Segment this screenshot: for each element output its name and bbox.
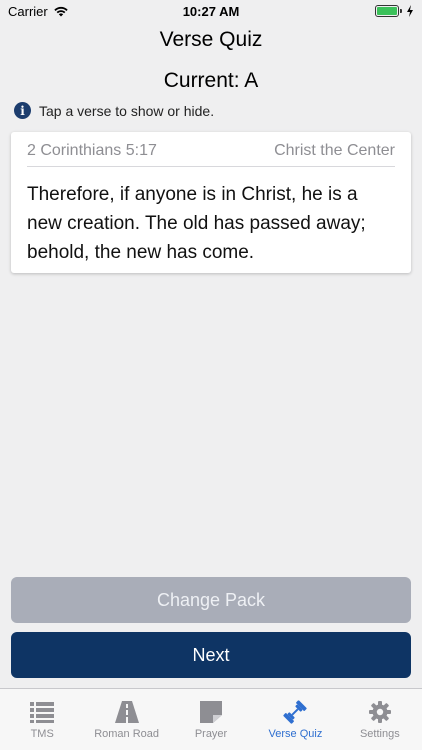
list-icon [30,702,55,723]
gear-icon [368,701,391,723]
status-bar: Carrier 10:27 AM [0,0,422,22]
info-icon: i [14,102,31,119]
battery-icon [375,5,402,17]
tab-label: TMS [30,728,54,740]
change-pack-button[interactable]: Change Pack [11,577,411,623]
tab-prayer[interactable]: Prayer [169,689,253,750]
dumbbell-icon [283,700,308,724]
verse-text: Therefore, if anyone is in Christ, he is… [27,184,366,263]
carrier-label: Carrier [8,3,48,19]
verse-card-header: 2 Corinthians 5:17 Christ the Center [27,142,395,167]
tab-tms[interactable]: TMS [0,689,84,750]
wifi-icon [54,6,68,17]
page-title: Verse Quiz [159,28,263,51]
tab-verse-quiz[interactable]: Verse Quiz [253,689,337,750]
hint-row: i Tap a verse to show or hide. [14,102,214,119]
verse-reference: 2 Corinthians 5:17 [27,142,157,159]
status-left: Carrier [8,4,69,19]
verse-topic: Christ the Center [274,142,395,159]
tab-bar: TMS Roman Road Prayer Verse Quiz Setting… [0,688,422,750]
tab-label: Prayer [194,728,228,740]
verse-card[interactable]: 2 Corinthians 5:17 Christ the Center The… [11,132,411,273]
next-button[interactable]: Next [11,632,411,678]
road-icon [114,701,139,723]
charging-icon [407,5,413,17]
tab-roman-road[interactable]: Roman Road [84,689,168,750]
tab-label: Roman Road [94,728,160,740]
current-pack-label: Current: A [163,69,259,92]
status-right [375,5,414,17]
tab-settings[interactable]: Settings [338,689,422,750]
tab-label: Settings [359,728,400,740]
sticky-note-icon [200,701,223,723]
tab-label: Verse Quiz [268,728,323,740]
hint-text: Tap a verse to show or hide. [39,102,215,119]
